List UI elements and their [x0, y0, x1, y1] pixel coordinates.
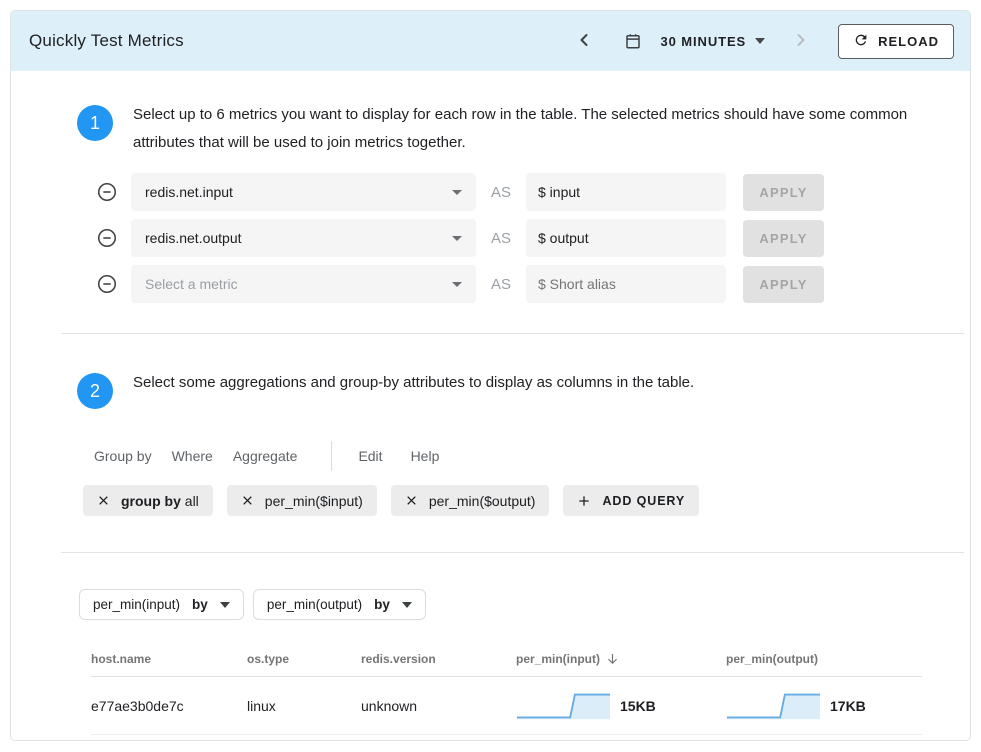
- sparkline-chart: [516, 691, 611, 721]
- section-divider: [61, 552, 964, 553]
- alias-field-3[interactable]: [526, 265, 726, 303]
- cell-host-name: e77ae3b0de7c: [91, 698, 247, 714]
- step2-header: 2 Select some aggregations and group-by …: [77, 367, 922, 409]
- chip-label: per_min($output): [429, 493, 536, 509]
- menu-aggregate[interactable]: Aggregate: [233, 448, 298, 464]
- selector-label: per_min(input): [93, 597, 180, 612]
- per-min-output-by-dropdown[interactable]: per_min(output) by: [253, 589, 426, 620]
- cell-per-min-input: 15KB: [516, 691, 726, 721]
- panel-header: Quickly Test Metrics 30 MINUTES: [11, 11, 970, 71]
- as-label: AS: [476, 184, 526, 201]
- sparkline-chart: [726, 691, 821, 721]
- apply-button-1[interactable]: APPLY: [743, 174, 824, 211]
- quickly-test-metrics-panel: Quickly Test Metrics 30 MINUTES: [10, 10, 971, 741]
- close-icon[interactable]: [405, 494, 418, 507]
- metric-select-1[interactable]: redis.net.input: [131, 173, 476, 211]
- metric-select-placeholder: Select a metric: [145, 276, 452, 292]
- cell-os-type: linux: [247, 698, 361, 714]
- as-label: AS: [476, 230, 526, 247]
- step1-description: Select up to 6 metrics you want to displ…: [133, 99, 918, 157]
- chip-per-min-output[interactable]: per_min($output): [391, 485, 550, 516]
- alias-field-2[interactable]: [526, 219, 726, 257]
- column-header-per-min-input[interactable]: per_min(input): [516, 652, 726, 667]
- chip-label-rest: all: [185, 493, 199, 509]
- as-label: AS: [476, 276, 526, 293]
- selector-label: per_min(output): [267, 597, 362, 612]
- metric-row-1: redis.net.input AS APPLY: [96, 173, 922, 211]
- time-range-label: 30 MINUTES: [661, 34, 747, 49]
- by-label: by: [192, 597, 208, 612]
- sort-desc-icon[interactable]: [605, 652, 620, 667]
- reload-button[interactable]: RELOAD: [838, 24, 954, 59]
- close-icon[interactable]: [241, 494, 254, 507]
- sparkline-value: 15KB: [620, 698, 656, 714]
- column-header-redis-version[interactable]: redis.version: [361, 652, 516, 666]
- column-header-os-type[interactable]: os.type: [247, 652, 361, 666]
- metric-row-3: Select a metric AS APPLY: [96, 265, 922, 303]
- next-time-button[interactable]: [787, 26, 815, 57]
- per-min-input-by-dropdown[interactable]: per_min(input) by: [79, 589, 244, 620]
- metric-rows: redis.net.input AS APPLY redis.net.outpu…: [96, 173, 922, 303]
- step2-number-badge: 2: [77, 373, 113, 409]
- remove-metric-icon[interactable]: [96, 273, 118, 295]
- step1-number-badge: 1: [77, 105, 113, 141]
- column-header-per-min-output[interactable]: per_min(output): [726, 652, 922, 666]
- reload-label: RELOAD: [878, 34, 939, 49]
- menu-divider: [331, 441, 332, 471]
- query-chips: group by all per_min($input) per_min($ou…: [83, 485, 922, 516]
- metric-select-3[interactable]: Select a metric: [131, 265, 476, 303]
- by-label: by: [374, 597, 390, 612]
- menu-help[interactable]: Help: [411, 448, 440, 464]
- chip-group-by-all[interactable]: group by all: [83, 485, 213, 516]
- cell-per-min-output: 17KB: [726, 691, 922, 721]
- results-table: host.name os.type redis.version per_min(…: [77, 642, 922, 735]
- chip-per-min-input[interactable]: per_min($input): [227, 485, 377, 516]
- apply-button-2[interactable]: APPLY: [743, 220, 824, 257]
- step1-header: 1 Select up to 6 metrics you want to dis…: [77, 99, 922, 157]
- add-query-label: ADD QUERY: [602, 494, 685, 508]
- caret-down-icon: [402, 602, 412, 608]
- aggregation-menu: Group by Where Aggregate Edit Help: [94, 441, 922, 471]
- menu-where[interactable]: Where: [172, 448, 213, 464]
- time-range-dropdown[interactable]: 30 MINUTES: [624, 32, 766, 50]
- cell-redis-version: unknown: [361, 698, 516, 714]
- metric-row-2: redis.net.output AS APPLY: [96, 219, 922, 257]
- refresh-icon: [853, 32, 869, 51]
- menu-group-by[interactable]: Group by: [94, 448, 152, 464]
- sparkline-value: 17KB: [830, 698, 866, 714]
- apply-button-3[interactable]: APPLY: [743, 266, 824, 303]
- chevron-right-icon: [791, 30, 811, 53]
- chevron-left-icon: [574, 30, 594, 53]
- table-header-row: host.name os.type redis.version per_min(…: [91, 642, 922, 676]
- chip-label: per_min($input): [265, 493, 363, 509]
- caret-down-icon: [755, 38, 765, 44]
- calendar-icon: [624, 32, 642, 50]
- caret-down-icon: [452, 282, 462, 287]
- step2-description: Select some aggregations and group-by at…: [133, 367, 694, 397]
- section-divider: [61, 333, 964, 334]
- metric-select-value: redis.net.output: [145, 230, 452, 246]
- remove-metric-icon[interactable]: [96, 227, 118, 249]
- menu-edit[interactable]: Edit: [358, 448, 382, 464]
- add-query-button[interactable]: ADD QUERY: [563, 485, 699, 516]
- metric-select-value: redis.net.input: [145, 184, 452, 200]
- time-controls: 30 MINUTES RELOAD: [570, 24, 954, 59]
- caret-down-icon: [220, 602, 230, 608]
- alias-field-1[interactable]: [526, 173, 726, 211]
- close-icon[interactable]: [97, 494, 110, 507]
- caret-down-icon: [452, 236, 462, 241]
- remove-metric-icon[interactable]: [96, 181, 118, 203]
- metric-select-2[interactable]: redis.net.output: [131, 219, 476, 257]
- caret-down-icon: [452, 190, 462, 195]
- table-row[interactable]: e77ae3b0de7c linux unknown 15KB 17KB: [91, 677, 922, 735]
- prev-time-button[interactable]: [570, 26, 598, 57]
- column-header-host-name[interactable]: host.name: [91, 652, 247, 666]
- plus-icon: [577, 494, 591, 508]
- chip-label-bold: group by: [121, 493, 181, 509]
- result-selectors: per_min(input) by per_min(output) by: [79, 589, 922, 620]
- page-title: Quickly Test Metrics: [29, 31, 184, 51]
